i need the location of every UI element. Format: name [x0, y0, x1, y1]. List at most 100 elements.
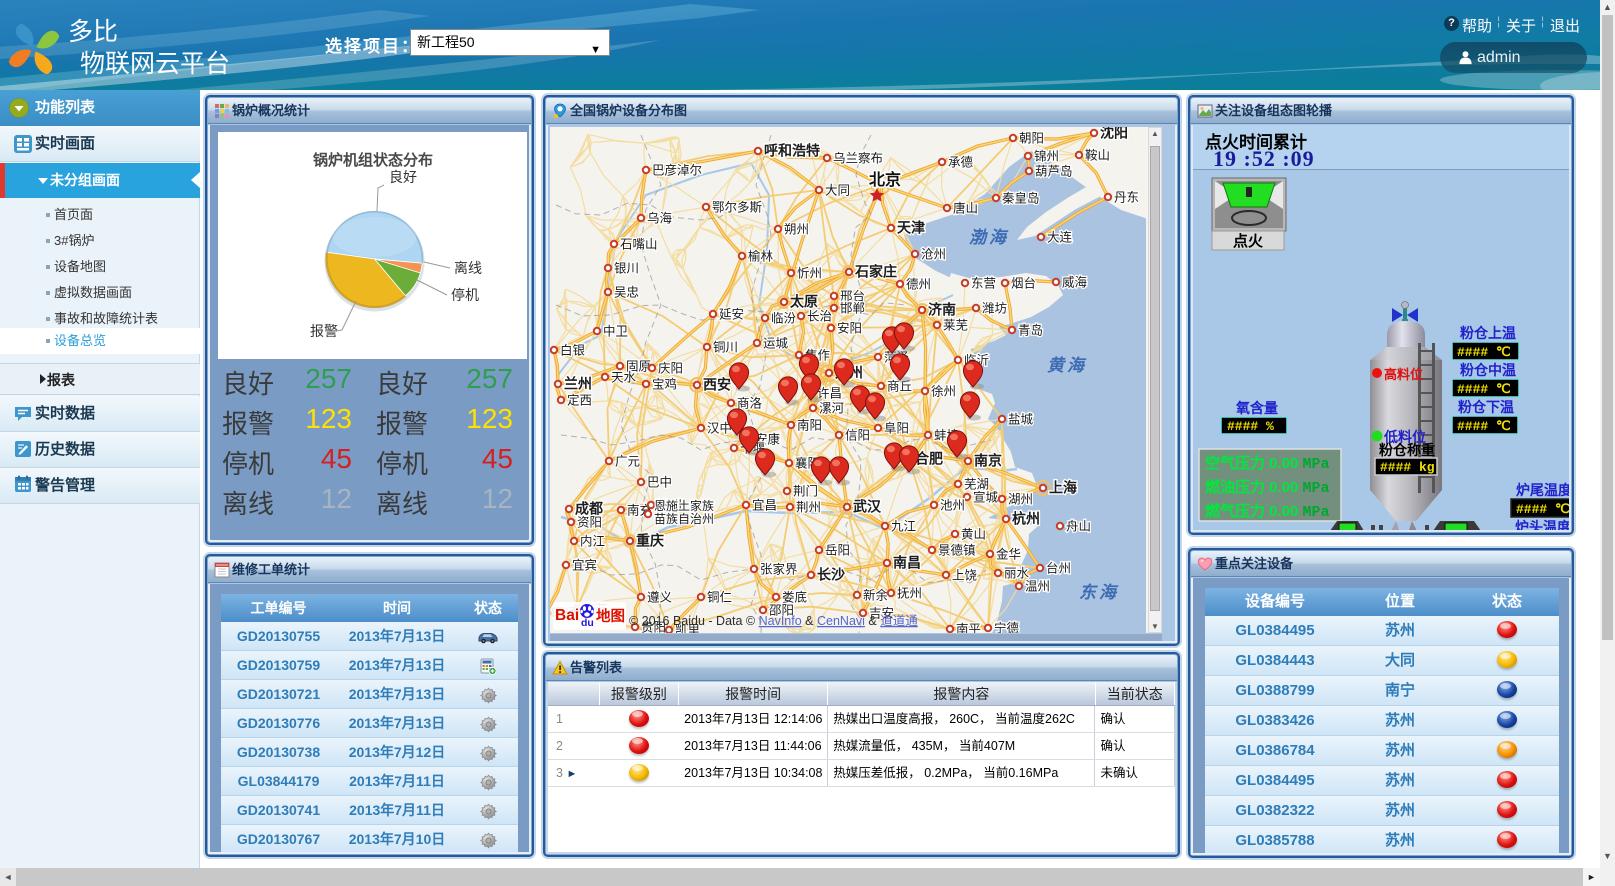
svg-text:大连: 大连	[1047, 230, 1073, 245]
svg-text:长沙: 长沙	[817, 567, 845, 583]
svg-text:东海: 东海	[1079, 583, 1119, 602]
svg-text:丹东: 丹东	[1114, 191, 1139, 205]
svg-text:邯郸: 邯郸	[840, 302, 865, 316]
svg-text:徐州: 徐州	[931, 384, 956, 399]
svg-text:温州: 温州	[1025, 580, 1050, 594]
svg-text:南昌: 南昌	[893, 555, 921, 571]
svg-text:宜宾: 宜宾	[572, 558, 597, 573]
svg-text:新余: 新余	[863, 588, 889, 603]
svg-text:盐城: 盐城	[1008, 413, 1034, 427]
svg-text:潍坊: 潍坊	[982, 301, 1007, 316]
svg-text:成都: 成都	[575, 501, 603, 517]
svg-text:安阳: 安阳	[837, 321, 862, 336]
svg-text:石嘴山: 石嘴山	[620, 238, 658, 252]
svg-text:中卫: 中卫	[603, 324, 628, 339]
svg-text:阜阳: 阜阳	[884, 421, 909, 436]
svg-text:停机: 停机	[451, 287, 479, 303]
svg-text:运城: 运城	[763, 337, 789, 351]
svg-text:燃油压力 0.00 MPa: 燃油压力 0.00 MPa	[1205, 478, 1330, 497]
svg-text:景德镇: 景德镇	[938, 543, 976, 558]
svg-text:#### kg: #### kg	[1380, 460, 1435, 475]
svg-text:秦皇岛: 秦皇岛	[1002, 191, 1040, 206]
svg-text:渤海: 渤海	[969, 228, 1009, 247]
svg-text:空气压力 0.00 MPa: 空气压力 0.00 MPa	[1205, 454, 1330, 473]
svg-text:铜川: 铜川	[713, 340, 738, 355]
svg-text:黄海: 黄海	[1047, 356, 1087, 375]
svg-text:银川: 银川	[614, 262, 639, 276]
svg-text:沧州: 沧州	[921, 247, 946, 262]
svg-text:南阳: 南阳	[797, 418, 822, 433]
svg-text:吴忠: 吴忠	[614, 286, 639, 300]
svg-text:湖州: 湖州	[1008, 492, 1033, 507]
svg-text:遵义: 遵义	[647, 590, 673, 605]
svg-text:#### ℃: #### ℃	[1457, 382, 1511, 397]
svg-text:南平: 南平	[956, 622, 981, 634]
svg-text:内江: 内江	[580, 535, 605, 549]
svg-text:娄底: 娄底	[782, 590, 807, 605]
svg-text:氧含量: 氧含量	[1235, 400, 1278, 416]
svg-text:Bai: Bai	[555, 607, 579, 624]
svg-text:#### ℃: #### ℃	[1516, 502, 1570, 517]
svg-text:粉仓上温: 粉仓上温	[1460, 325, 1516, 341]
svg-text:点火: 点火	[1233, 233, 1264, 250]
svg-text:荆州: 荆州	[796, 501, 821, 515]
svg-text:乌兰察布: 乌兰察布	[833, 151, 883, 166]
svg-text:石家庄: 石家庄	[854, 264, 897, 280]
svg-text:宜昌: 宜昌	[752, 498, 777, 513]
svg-text:大同: 大同	[825, 184, 850, 198]
svg-text:荆门: 荆门	[793, 484, 818, 499]
svg-text:杭州: 杭州	[1012, 511, 1040, 527]
svg-text:黄山: 黄山	[961, 528, 986, 542]
svg-text:抚州: 抚州	[897, 587, 922, 601]
svg-text:九江: 九江	[891, 520, 916, 534]
svg-text:鞍山: 鞍山	[1085, 149, 1110, 163]
svg-text:岳阳: 岳阳	[825, 544, 850, 558]
svg-text:定西: 定西	[567, 393, 592, 408]
svg-text:沈阳: 沈阳	[1100, 127, 1128, 141]
svg-text:合肥: 合肥	[915, 451, 943, 467]
svg-text:苗族自治州: 苗族自治州	[654, 512, 714, 526]
svg-text:承德: 承德	[948, 155, 974, 170]
svg-text:西安: 西安	[703, 377, 731, 393]
svg-text:舟山: 舟山	[1066, 520, 1091, 534]
svg-text:白银: 白银	[560, 343, 586, 358]
svg-text:高料位: 高料位	[1384, 367, 1423, 382]
svg-text:临汾: 临汾	[771, 312, 797, 326]
svg-text:粉仓下温: 粉仓下温	[1458, 399, 1514, 415]
svg-text:丽水: 丽水	[1004, 567, 1030, 581]
svg-text:燃气压力 0.00 MPa: 燃气压力 0.00 MPa	[1205, 502, 1330, 521]
svg-text:池州: 池州	[940, 499, 965, 513]
svg-text:台州: 台州	[1046, 561, 1071, 576]
svg-text:兰州: 兰州	[564, 376, 592, 392]
svg-text:巴彦淖尔: 巴彦淖尔	[652, 163, 702, 178]
svg-text:唐山: 唐山	[953, 201, 978, 216]
svg-text:芜湖: 芜湖	[964, 477, 989, 492]
svg-text:庆阳: 庆阳	[658, 362, 683, 376]
svg-text:东营: 东营	[971, 277, 996, 291]
svg-text:粉仓中温: 粉仓中温	[1460, 362, 1516, 378]
svg-text:德州: 德州	[906, 277, 931, 292]
svg-text:锅炉机组状态分布: 锅炉机组状态分布	[313, 151, 433, 169]
svg-text:威海: 威海	[1062, 275, 1088, 290]
svg-text:#### ℃: #### ℃	[1457, 345, 1511, 360]
svg-text:炉尾温度: 炉尾温度	[1516, 482, 1571, 498]
svg-text:朝阳: 朝阳	[1019, 132, 1044, 146]
svg-text:铜仁: 铜仁	[707, 590, 732, 605]
svg-text:地图: 地图	[596, 607, 625, 625]
svg-text:烟台: 烟台	[1011, 276, 1036, 291]
svg-text:济南: 济南	[928, 302, 956, 318]
svg-text:粉仓称重: 粉仓称重	[1379, 442, 1435, 458]
svg-text:巴中: 巴中	[647, 475, 672, 490]
svg-text:乌海: 乌海	[647, 211, 673, 226]
svg-text:朔州: 朔州	[784, 222, 809, 237]
svg-text:#### %: #### %	[1227, 419, 1274, 434]
svg-text:长治: 长治	[807, 310, 832, 324]
svg-text:天津: 天津	[897, 220, 925, 236]
svg-text:上饶: 上饶	[952, 569, 978, 583]
svg-text:太原: 太原	[790, 294, 818, 310]
svg-text:宁德: 宁德	[994, 621, 1020, 634]
svg-text:宝鸡: 宝鸡	[652, 377, 677, 392]
svg-text:上海: 上海	[1049, 480, 1077, 496]
svg-text:宣城: 宣城	[973, 490, 999, 505]
svg-text:重庆: 重庆	[636, 533, 664, 549]
